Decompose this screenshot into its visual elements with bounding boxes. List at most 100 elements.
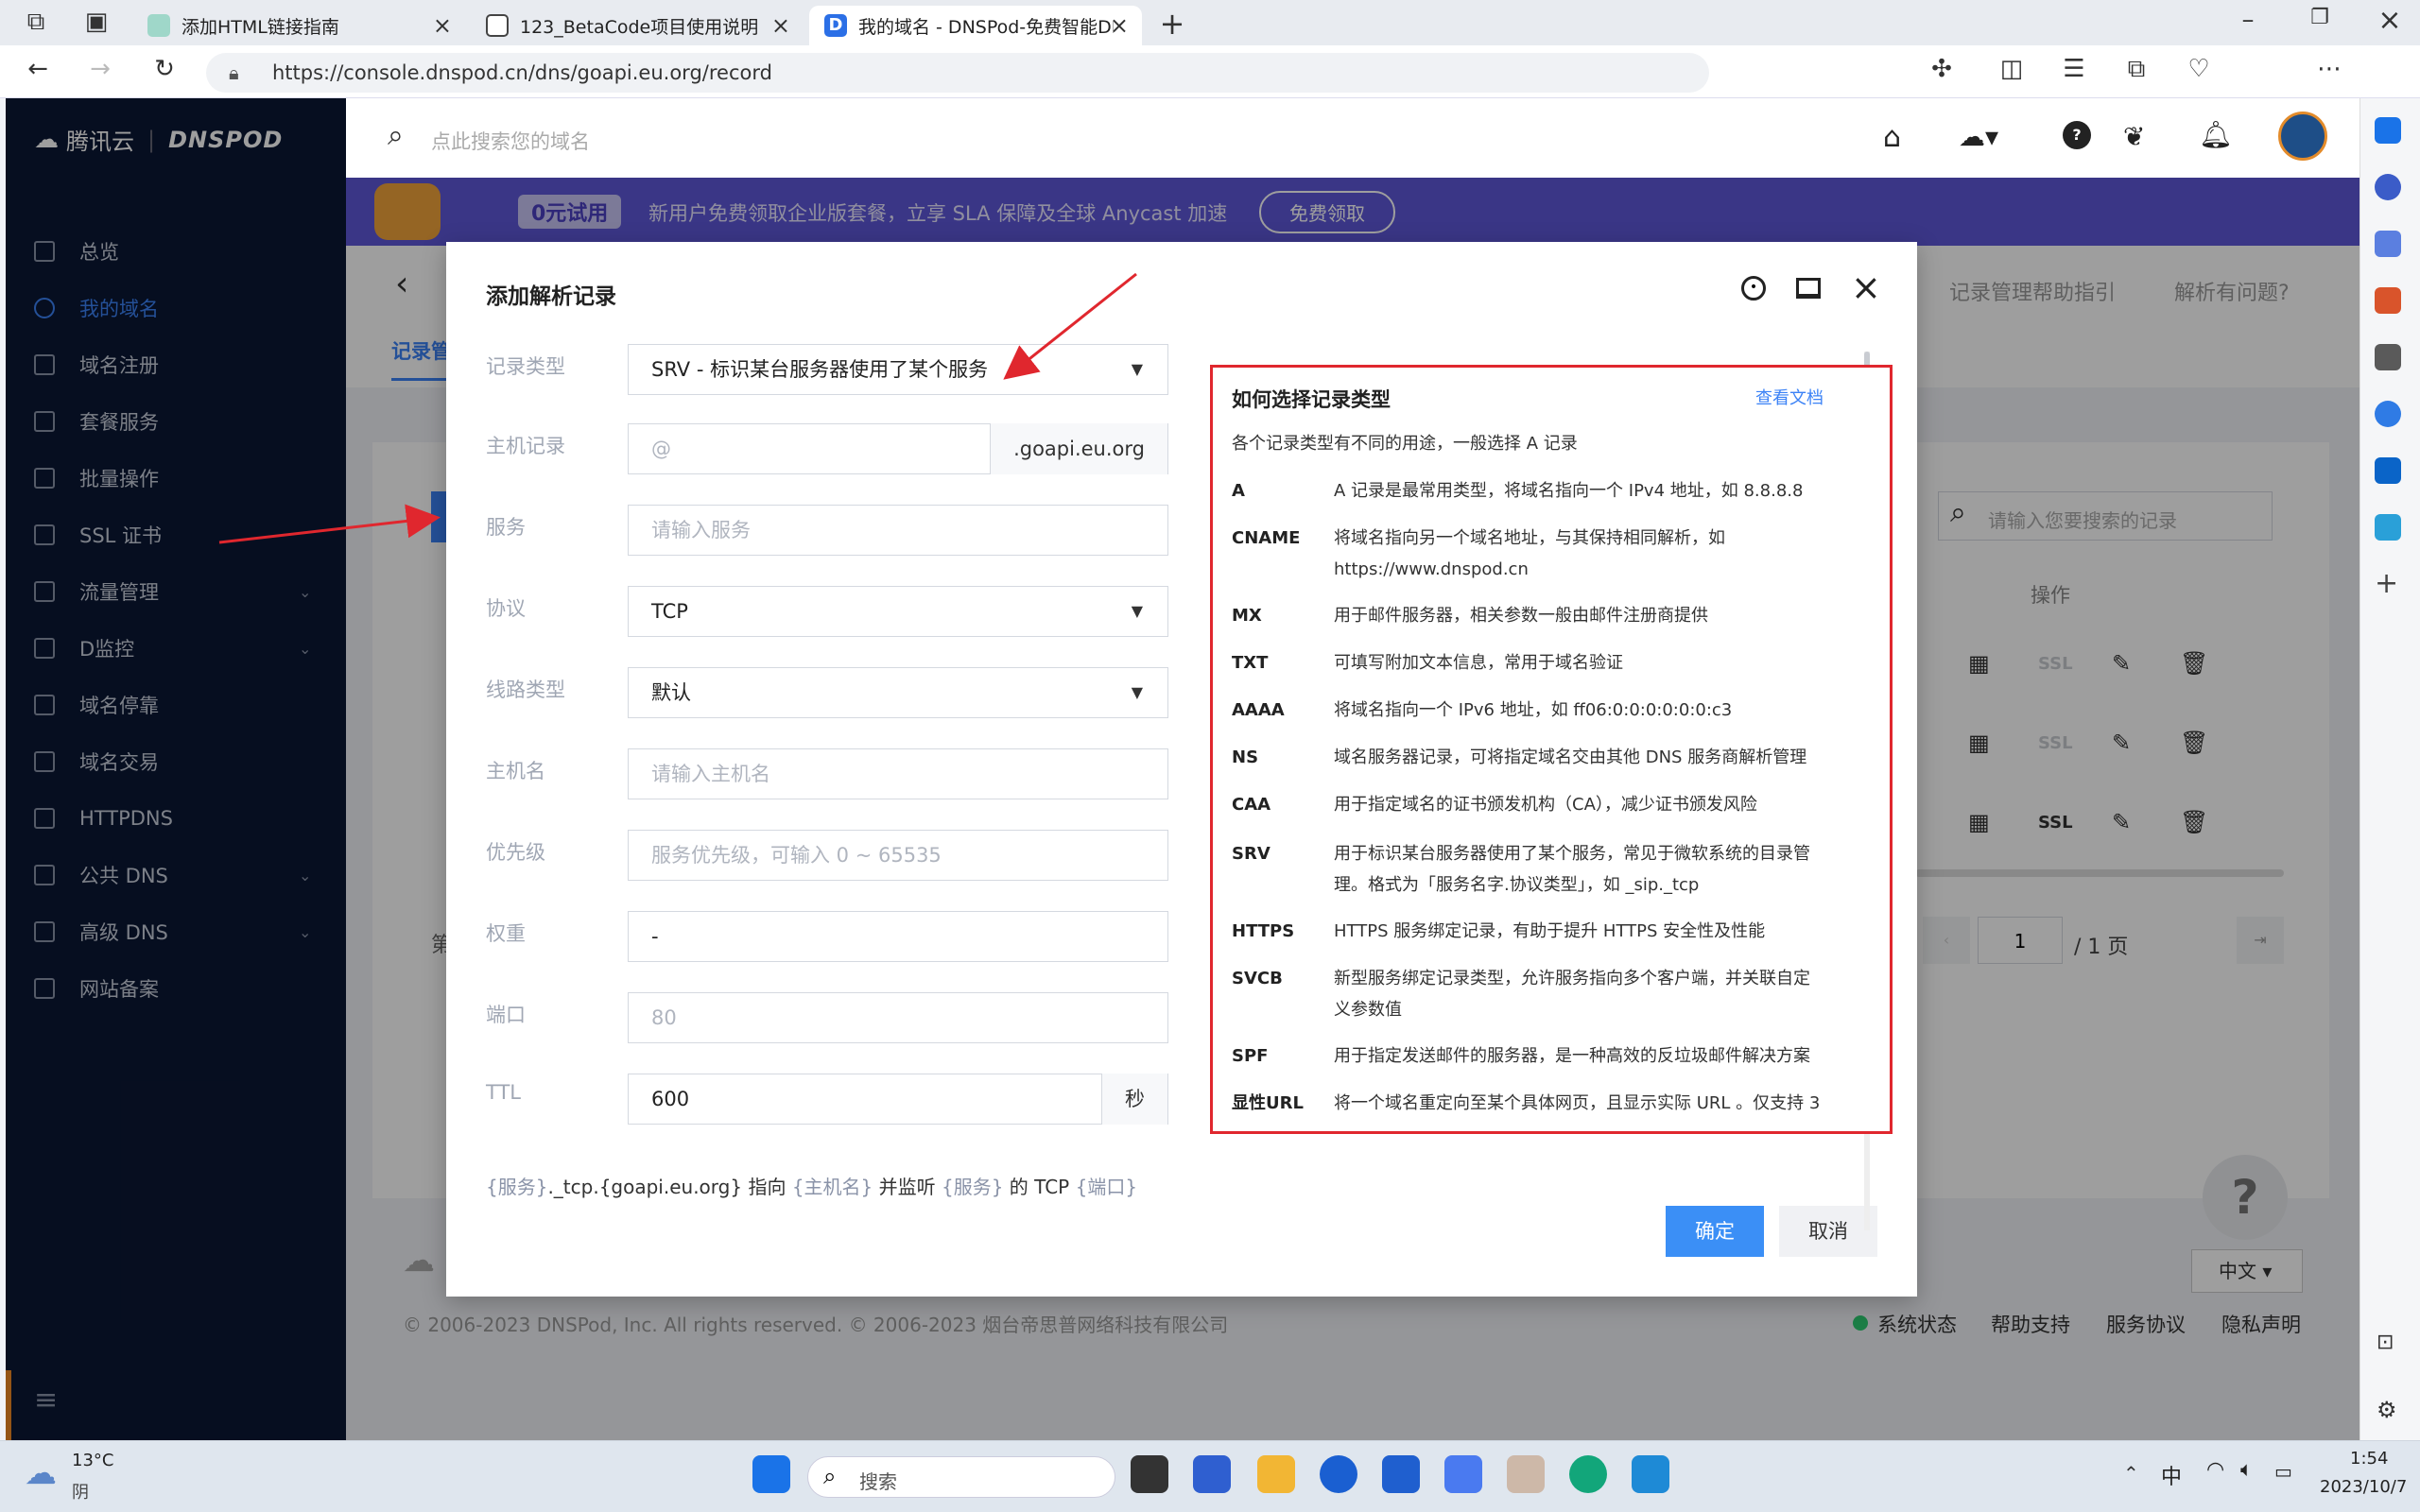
record-type-help: 如何选择记录类型 查看文档 各个记录类型有不同的用途，一般选择 A 记录 A A … [1210, 365, 1893, 1134]
caret-down-icon: ▼ [1131, 683, 1143, 701]
restore-icon[interactable]: ❐ [2303, 6, 2337, 29]
drop-icon[interactable] [2375, 514, 2401, 541]
record-type-item: CNAME 将域名指向另一个域名地址，与其保持相同解析，如 https://www… [1232, 523, 1856, 585]
hostname-input[interactable]: 请输入主机名 [628, 748, 1168, 799]
office-icon[interactable] [2375, 401, 2401, 427]
ime-indicator[interactable]: 中 [2161, 1460, 2182, 1490]
edge-browser-icon[interactable] [1569, 1455, 1607, 1493]
record-type-item: SVCB 新型服务绑定记录类型，允许服务指向多个客户端，并关联自定义参数值 [1232, 963, 1856, 1025]
add-icon[interactable]: + [2375, 567, 2398, 600]
performance-icon[interactable]: ♡ [2182, 55, 2216, 83]
browser-tab-3[interactable]: D 我的域名 - DNSPod-免费智能DN × [809, 6, 1142, 45]
help-icon[interactable]: ? [2063, 121, 2091, 149]
weather-condition: 阴 [72, 1483, 89, 1503]
search-icon: ⌕ [388, 119, 404, 152]
clock-date[interactable]: 2023/10/7 [2320, 1477, 2407, 1497]
battery-icon[interactable]: ▭ [2274, 1460, 2292, 1483]
maximize-icon[interactable] [1796, 278, 1821, 299]
port-input[interactable]: 80 [628, 992, 1168, 1043]
hostname-label: 主机名 [486, 760, 545, 782]
notification-bell-icon[interactable] [2375, 117, 2401, 144]
games-icon[interactable] [2375, 344, 2401, 370]
record-type-desc: 可填写附加文本信息，常用于域名验证 [1334, 653, 1623, 673]
shopping-icon[interactable] [2375, 231, 2401, 257]
protocol-select[interactable]: TCP ▼ [628, 586, 1168, 637]
close-tab-icon[interactable]: × [1110, 12, 1129, 39]
wifi-icon[interactable]: ◠ [2206, 1458, 2224, 1482]
app-l-icon[interactable] [1320, 1455, 1357, 1493]
protocol-label: 协议 [486, 597, 526, 620]
start-windows-icon[interactable] [752, 1455, 790, 1493]
close-window-icon[interactable]: × [2373, 4, 2407, 37]
new-tab-icon[interactable]: + [1155, 6, 1189, 42]
tools-icon[interactable] [2375, 287, 2401, 314]
volume-icon[interactable]: 🔈︎ [2240, 1458, 2253, 1482]
settings-gear-icon[interactable]: ⚙ [2377, 1397, 2397, 1423]
feedback-icon[interactable]: • [1741, 276, 1766, 301]
store-icon[interactable] [1193, 1455, 1231, 1493]
search-icon[interactable] [2375, 174, 2401, 200]
user-avatar[interactable] [2278, 112, 2327, 161]
back-icon[interactable]: ← [21, 55, 55, 83]
file-explorer-icon[interactable] [1257, 1455, 1295, 1493]
hide-sidebar-icon[interactable]: ⊡ [2377, 1331, 2394, 1354]
minimize-icon[interactable]: – [2231, 6, 2265, 34]
host-input[interactable]: @ .goapi.eu.org [628, 423, 1168, 474]
collections-icon[interactable]: ⧉ [2119, 55, 2153, 84]
cancel-button[interactable]: 取消 [1779, 1206, 1877, 1257]
tab-title: 我的域名 - DNSPod-免费智能DN [858, 16, 1114, 38]
clock-time[interactable]: 1:54 [2350, 1449, 2388, 1469]
ttl-input[interactable]: 600 秒 [628, 1074, 1168, 1125]
tab-doc-icon [486, 14, 509, 37]
close-tab-icon[interactable]: × [771, 12, 790, 39]
host-label: 主机记录 [486, 435, 565, 457]
record-type-desc: 新型服务绑定记录类型，允许服务指向多个客户端，并关联自定义参数值 [1334, 969, 1810, 1020]
browser-tab-2[interactable]: 123_BetaCode项目使用说明 × [471, 6, 804, 45]
more-menu-icon[interactable]: ⋯ [2312, 55, 2346, 83]
extensions-puzzle-icon[interactable]: ✣ [1925, 55, 1959, 83]
123pan-icon[interactable] [1444, 1455, 1482, 1493]
home-icon[interactable]: ⌂ [1883, 121, 1901, 154]
anime-app-icon[interactable] [1507, 1455, 1545, 1493]
tab-actions-icon[interactable]: ▣ [79, 8, 113, 36]
dnspod-favicon-icon: D [824, 14, 847, 37]
line-type-label: 线路类型 [486, 679, 565, 701]
ttl-label: TTL [486, 1081, 521, 1104]
record-type-desc: 用于指定发送邮件的服务器，是一种高效的反垃圾邮件解决方案 [1334, 1046, 1810, 1066]
weight-input[interactable]: - [628, 911, 1168, 962]
notification-icon[interactable]: 🔔︎ [2199, 119, 2233, 150]
port-label: 端口 [486, 1004, 526, 1026]
split-screen-icon[interactable]: ◫ [1995, 55, 2029, 83]
taskbar-search[interactable]: ⌕ 搜索 [807, 1456, 1115, 1498]
refresh-icon[interactable]: ↻ [147, 55, 182, 83]
domain-search-input[interactable]: 点此搜索您的域名 [431, 127, 590, 155]
workspaces-icon[interactable]: ⧉ [19, 8, 53, 37]
close-dialog-icon[interactable]: × [1851, 266, 1881, 308]
outlook-icon[interactable] [2375, 457, 2401, 484]
service-input[interactable]: 请输入服务 [628, 505, 1168, 556]
record-type-select[interactable]: SRV - 标识某台服务器使用了某个服务 ▼ [628, 344, 1168, 395]
close-tab-icon[interactable]: × [433, 12, 452, 39]
confirm-button[interactable]: 确定 [1666, 1206, 1764, 1257]
search-icon: ⌕ [823, 1463, 837, 1489]
view-docs-link[interactable]: 查看文档 [1755, 385, 1824, 409]
vscode-icon[interactable] [1632, 1455, 1669, 1493]
tab-favicon-icon [147, 14, 170, 37]
favorites-icon[interactable]: ☰ [2057, 55, 2091, 83]
sidebar-backdrop [6, 98, 346, 1440]
browser-tab-1[interactable]: 添加HTML链接指南 × [132, 6, 465, 45]
feishu-icon[interactable] [1382, 1455, 1420, 1493]
weather-cloud-icon[interactable]: ☁ [25, 1454, 57, 1492]
address-bar[interactable]: 🔒︎ https://console.dnspod.cn/dns/goapi.e… [206, 53, 1709, 93]
priority-input[interactable]: 服务优先级，可输入 0 ~ 65535 [628, 830, 1168, 881]
cloud-menu-icon[interactable]: ☁▾ [1959, 121, 1998, 152]
record-type-item: HTTPS HTTPS 服务绑定记录，有助于提升 HTTPS 安全性及性能 [1232, 916, 1856, 947]
tray-chevron-icon[interactable]: ⌃ [2123, 1462, 2139, 1485]
forward-icon[interactable]: → [83, 55, 117, 83]
record-type-item: TXT 可填写附加文本信息，常用于域名验证 [1232, 647, 1856, 679]
line-type-select[interactable]: 默认 ▼ [628, 667, 1168, 718]
wechat-icon[interactable]: ❦ [2123, 121, 2145, 152]
record-type-name: CNAME [1232, 528, 1301, 548]
task-view-icon[interactable] [1131, 1455, 1168, 1493]
record-type-item: CAA 用于指定域名的证书颁发机构（CA），减少证书颁发风险 [1232, 789, 1856, 820]
